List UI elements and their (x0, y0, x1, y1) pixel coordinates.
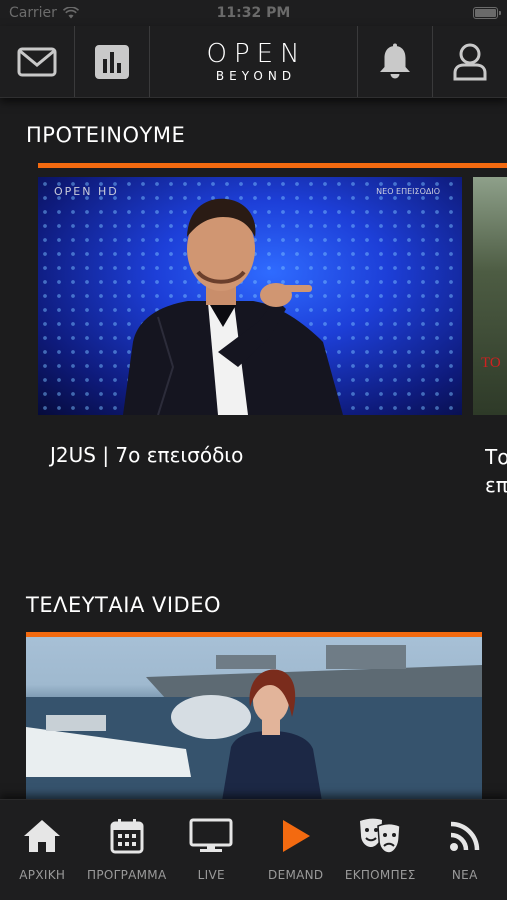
section-title-recommended: ΠΡΟΤΕΙΝΟΥΜΕ (26, 123, 186, 147)
latest-video-card[interactable] (26, 632, 482, 807)
thumbnail-overlay-text: ΤΟ (481, 355, 501, 371)
battery-icon (473, 7, 501, 19)
recommended-card[interactable]: OPEN HD ΝΕΟ ΕΠΕΙΣΟΔΙΟ J2US | 7ο επεισόδι… (38, 163, 507, 467)
tab-shows[interactable]: ΕΚΠΟΜΠΕΣ (338, 800, 423, 900)
notifications-button[interactable] (358, 26, 432, 97)
theater-masks-icon (360, 818, 402, 854)
host-figure (123, 198, 343, 415)
tab-label: DEMAND (268, 868, 324, 882)
bell-icon (380, 43, 410, 78)
status-bar: Carrier 11:32 PM (0, 0, 507, 26)
tab-schedule[interactable]: ΠΡΟΓΡΑΜΜΑ (85, 800, 170, 900)
recommended-card-next[interactable]: ΤΟ Το επ (473, 163, 507, 499)
home-icon (24, 820, 61, 852)
tab-label: ΕΚΠΟΜΠΕΣ (344, 868, 416, 882)
card-thumbnail[interactable]: ΤΟ (473, 177, 507, 415)
play-icon (282, 820, 310, 852)
card-thumbnail[interactable]: OPEN HD ΝΕΟ ΕΠΕΙΣΟΔΙΟ (38, 177, 462, 415)
calendar-icon (110, 819, 144, 854)
profile-button[interactable] (433, 26, 507, 97)
brand-main: OPEN (206, 38, 307, 69)
card-accent-line (38, 163, 507, 168)
tab-label: LIVE (197, 868, 225, 882)
tab-label: ΠΡΟΓΡΑΜΜΑ (87, 868, 167, 882)
top-bar: OPEN BEYOND (0, 26, 507, 98)
tab-label: ΝΕΑ (451, 868, 478, 882)
brand-logo[interactable]: OPEN BEYOND (150, 26, 357, 97)
rss-icon (449, 821, 479, 851)
stats-button[interactable] (75, 26, 149, 97)
news-scene (26, 645, 482, 807)
brand-sub: BEYOND (215, 68, 297, 83)
tab-home[interactable]: ΑΡΧΙΚΗ (0, 800, 85, 900)
status-time: 11:32 PM (216, 5, 291, 21)
mail-icon (17, 47, 57, 76)
user-icon (453, 43, 487, 80)
section-title-latest: ΤΕΛΕΥΤΑΙΑ VIDEO (26, 593, 222, 617)
bottom-tab-bar: ΑΡΧΙΚΗ ΠΡΟΓΡΑΜΜΑ LIVE DEMAND ΕΚΠΟΜΠΕΣ ΝΕ… (0, 799, 507, 900)
tv-icon (189, 818, 233, 852)
card-title: J2US | 7ο επεισόδιο (50, 443, 244, 467)
tab-live[interactable]: LIVE (169, 800, 254, 900)
tab-label: ΑΡΧΙΚΗ (19, 868, 66, 882)
tab-news[interactable]: ΝΕΑ (423, 800, 507, 900)
chart-icon (95, 44, 129, 79)
messages-button[interactable] (0, 26, 74, 97)
card-title: Το επ (485, 445, 507, 497)
tab-demand[interactable]: DEMAND (254, 800, 339, 900)
latest-video-thumbnail[interactable] (26, 637, 482, 807)
